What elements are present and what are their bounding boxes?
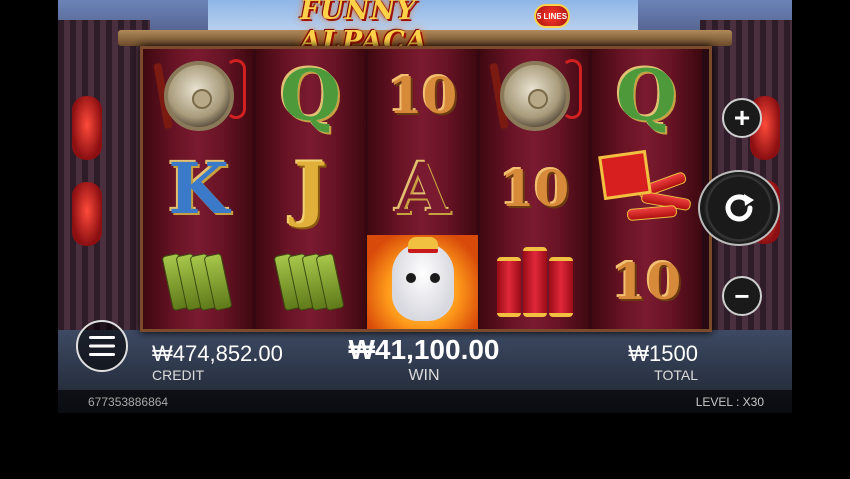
reel-4: 10: [479, 49, 590, 329]
level-indicator: LEVEL : X30: [695, 395, 764, 409]
reel-1: K: [143, 49, 254, 329]
lantern-icon: [72, 96, 102, 160]
total-bet-value: ₩1500: [628, 341, 698, 366]
lantern-icon: [72, 182, 102, 246]
minus-icon: −: [734, 280, 750, 311]
symbol-q: Q: [616, 53, 677, 137]
game-title: FUNNY ALPACA: [300, 0, 428, 57]
win-label: WIN: [408, 367, 440, 384]
reel-grid: K Q J 10 A 10 Q 10: [140, 46, 712, 332]
symbol-jade-tablets: [143, 235, 254, 328]
decrease-bet-button[interactable]: −: [722, 276, 762, 316]
symbol-gong: [143, 49, 254, 142]
left-building: [58, 20, 150, 340]
hat-icon: [407, 236, 438, 253]
total-bet-label: TOTAL: [654, 367, 698, 383]
symbol-10: 10: [387, 66, 458, 125]
session-id: 677353886864: [88, 395, 169, 409]
jade-tablets-icon: [160, 252, 233, 311]
firecracker-bundle-icon: [597, 149, 697, 229]
spin-button[interactable]: [698, 170, 780, 246]
win-value: ₩41,100.00: [348, 334, 500, 365]
symbol-j: J: [293, 146, 328, 230]
jade-tablets-icon: [272, 252, 345, 311]
reel-3: 10 A: [367, 49, 478, 329]
menu-button[interactable]: [76, 320, 128, 372]
symbol-firecrackers: [479, 235, 590, 328]
firecrackers-icon: [496, 246, 573, 317]
plus-icon: +: [733, 102, 751, 133]
increase-bet-button[interactable]: +: [722, 98, 762, 138]
spin-arrow-icon: [725, 194, 754, 222]
ribbon-icon: [562, 59, 582, 119]
symbol-10: 10: [611, 252, 682, 311]
credit-value: ₩474,852.00: [152, 341, 283, 366]
symbol-q: Q: [280, 53, 341, 137]
symbol-10: 10: [499, 159, 570, 218]
symbol-jade-tablets: [255, 235, 366, 328]
lines-badge: 5 LINES: [534, 4, 570, 28]
credit-label: CREDIT: [152, 367, 205, 383]
reel-2: Q J: [255, 49, 366, 329]
symbol-firecracker-bundle: [591, 142, 702, 235]
gong-icon: [163, 60, 234, 131]
symbol-alpaca-wild: [367, 234, 478, 329]
symbol-gong: [479, 49, 590, 142]
ribbon-icon: [226, 59, 246, 119]
symbol-a: A: [395, 146, 450, 230]
reel-5: Q 10: [591, 49, 702, 329]
hamburger-icon: [89, 336, 115, 356]
gong-icon: [499, 60, 570, 131]
symbol-k: K: [168, 146, 229, 230]
alpaca-icon: [367, 234, 478, 329]
